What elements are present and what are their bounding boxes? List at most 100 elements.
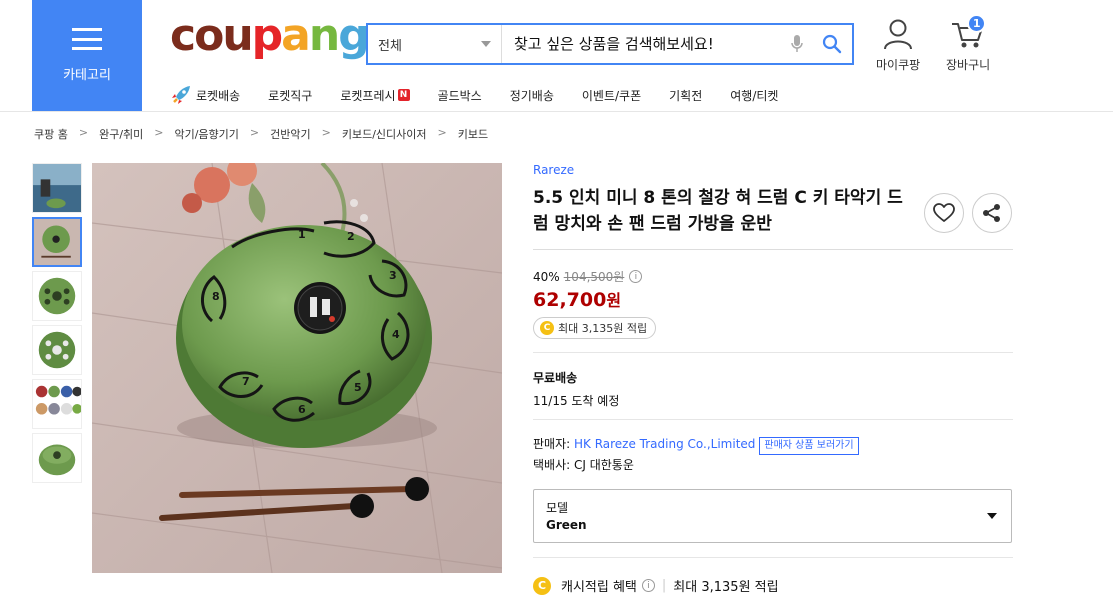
microphone-icon[interactable]	[782, 34, 812, 54]
nav-rocket-fresh[interactable]: 로켓프레시 N	[340, 87, 410, 104]
thumbnail-image[interactable]	[32, 271, 82, 321]
cash-value: 최대 3,135원 적립	[673, 580, 779, 595]
cash-label: 캐시적립 혜택	[561, 580, 637, 595]
shipping-info: 무료배송 11/15 도착 예정	[533, 369, 1013, 409]
drum-note-label: 1	[298, 228, 306, 241]
shipping-type: 무료배송	[533, 371, 578, 385]
nav-travel-tickets[interactable]: 여행/티켓	[730, 87, 778, 104]
search-category-value: 전체	[378, 38, 402, 54]
breadcrumb-item[interactable]: 키보드	[458, 126, 488, 142]
nav-promotions[interactable]: 기획전	[669, 87, 702, 104]
reward-badge: C 최대 3,135원 적립	[533, 317, 657, 339]
seller-name-link[interactable]: HK Rareze Trading Co.,Limited	[574, 437, 755, 451]
option-label: 모델	[546, 501, 569, 515]
dropdown-arrow-icon	[987, 513, 997, 519]
nav-subscription[interactable]: 정기배송	[510, 87, 554, 104]
nav-events-coupons[interactable]: 이벤트/쿠폰	[582, 87, 641, 104]
search-category-select[interactable]: 전체	[368, 25, 502, 63]
thumbnail-image[interactable]	[32, 433, 82, 483]
breadcrumb-item[interactable]: 키보드/신디사이저	[342, 126, 427, 142]
category-label: 카테고리	[63, 68, 111, 83]
nav-label: 정기배송	[509, 88, 554, 103]
discount-rate: 40%	[533, 269, 560, 284]
search-bar: 전체	[366, 23, 854, 65]
drum-note-label: 3	[389, 269, 397, 282]
coin-icon: C	[540, 321, 554, 335]
wishlist-button[interactable]	[924, 193, 964, 233]
delivery-eta: 11/15 도착 예정	[533, 394, 620, 408]
mycoupang-label: 마이쿠팡	[876, 58, 921, 72]
info-icon[interactable]: i	[629, 270, 643, 283]
nav-label: 이벤트/쿠폰	[581, 88, 642, 103]
header-divider	[0, 111, 1113, 112]
category-menu-button[interactable]: 카테고리	[32, 0, 142, 111]
mycoupang-button[interactable]: 마이쿠팡	[876, 18, 920, 73]
cash-reward-row: C 캐시적립 혜택 i | 최대 3,135원 적립	[533, 576, 1013, 595]
share-button[interactable]	[972, 193, 1012, 233]
divider	[533, 557, 1013, 558]
drum-note-label: 6	[298, 403, 306, 416]
info-icon[interactable]: i	[641, 579, 655, 592]
brand-link[interactable]: Rareze	[533, 163, 1013, 177]
divider	[533, 352, 1013, 353]
nav-rocket-delivery[interactable]: 로켓배송	[170, 84, 240, 106]
coupang-logo[interactable]: coupang	[170, 14, 370, 58]
thumbnail-image[interactable]	[32, 325, 82, 375]
search-icon[interactable]	[812, 34, 852, 54]
nav-label: 골드박스	[437, 88, 482, 103]
divider	[533, 419, 1013, 420]
divider	[533, 249, 1013, 250]
new-badge: N	[397, 89, 410, 101]
breadcrumb-item[interactable]: 쿠팡 홈	[34, 126, 68, 142]
drum-note-label: 2	[347, 230, 355, 243]
caret-down-icon	[481, 41, 491, 47]
heart-icon	[933, 203, 955, 222]
nav-label: 로켓프레시	[340, 88, 396, 103]
model-option-select[interactable]: 모델 Green	[533, 489, 1012, 543]
cart-label: 장바구니	[946, 58, 991, 72]
breadcrumb-separator: >	[154, 126, 164, 139]
seller-info: 판매자: HK Rareze Trading Co.,Limited 판매자 상품…	[533, 434, 1013, 475]
breadcrumb-item[interactable]: 건반악기	[270, 126, 310, 142]
thumbnail-image[interactable]	[32, 379, 82, 429]
share-icon	[983, 204, 1000, 222]
breadcrumb-item[interactable]: 완구/취미	[99, 126, 143, 142]
breadcrumb-separator: >	[249, 126, 260, 139]
sale-price: 62,700	[533, 289, 607, 311]
price-original-row: 40% 104,500원 i	[533, 268, 1013, 285]
seller-label: 판매자:	[533, 437, 574, 451]
nav-label: 로켓직구	[268, 88, 313, 103]
drum-note-label: 4	[392, 328, 400, 341]
breadcrumb-separator: >	[321, 126, 331, 139]
courier-info: 택배사: CJ 대한통운	[533, 458, 634, 472]
cart-button[interactable]: 1 장바구니	[946, 14, 991, 73]
user-icon	[884, 19, 913, 50]
reward-text: 최대 3,135원 적립	[558, 322, 648, 335]
breadcrumb-separator: >	[78, 126, 89, 139]
thumbnail-image[interactable]	[32, 163, 82, 213]
nav-rocket-direct[interactable]: 로켓직구	[268, 87, 312, 104]
thumbnail-list	[32, 163, 82, 487]
drum-note-label: 5	[354, 381, 362, 394]
thumbnail-image-selected[interactable]	[32, 217, 82, 267]
search-input[interactable]	[502, 25, 782, 63]
coin-icon: C	[533, 576, 551, 595]
category-nav: 로켓배송 로켓직구 로켓프레시 N 골드박스 정기배송 이벤트/쿠폰 기획전 여행…	[170, 84, 806, 106]
seller-products-button[interactable]: 판매자 상품 보러가기	[759, 437, 859, 455]
price-unit: 원	[606, 291, 622, 310]
drum-note-label: 7	[242, 375, 250, 388]
sale-price-row: 62,700원	[533, 287, 1013, 311]
breadcrumb: 쿠팡 홈 > 완구/취미 > 악기/음향기기 > 건반악기 > 키보드/신디사이저 > 키…	[34, 126, 488, 142]
product-info: Rareze 5.5 인치 미니 8 톤의 철강 혀 드럼 C 키 타악기 드럼…	[533, 163, 1013, 595]
nav-label: 여행/티켓	[730, 88, 779, 103]
breadcrumb-item[interactable]: 악기/음향기기	[174, 126, 238, 142]
drum-note-label: 8	[212, 290, 220, 303]
original-price: 104,500원	[563, 270, 625, 284]
product-title: 5.5 인치 미니 8 톤의 철강 혀 드럼 C 키 타악기 드럼 망치와 손 …	[533, 188, 903, 234]
breadcrumb-separator: >	[437, 126, 447, 139]
hamburger-icon	[72, 28, 102, 50]
nav-gold-box[interactable]: 골드박스	[438, 87, 482, 104]
nav-label: 로켓배송	[196, 88, 241, 103]
product-main-image[interactable]: 1 2 3 4 5 6 7 8	[92, 163, 502, 573]
option-value: Green	[546, 518, 587, 532]
